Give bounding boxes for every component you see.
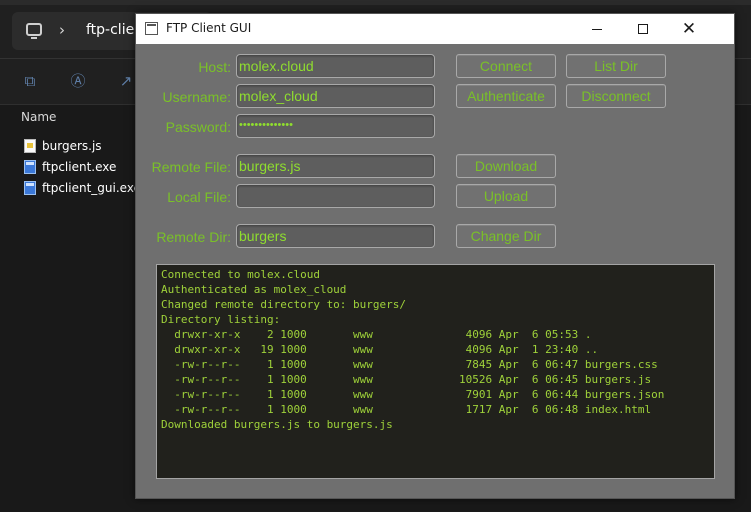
js-file-icon <box>24 139 36 153</box>
log-output[interactable]: Connected to molex.cloud Authenticated a… <box>156 264 715 479</box>
connect-button[interactable]: Connect <box>456 54 556 78</box>
local-file-label: Local File: <box>167 189 231 205</box>
column-header-name[interactable]: Name <box>21 110 56 124</box>
log-line: -rw-r--r-- 1 1000 www 10526 Apr 6 06:45 … <box>161 373 652 386</box>
log-line: Changed remote directory to: burgers/ <box>161 298 407 311</box>
log-line: -rw-r--r-- 1 1000 www 7901 Apr 6 06:44 b… <box>161 388 665 401</box>
file-item[interactable]: ftpclient.exe <box>24 158 116 176</box>
remote-file-input[interactable]: burgers.js <box>236 154 435 178</box>
host-label: Host: <box>198 59 231 75</box>
share-icon[interactable]: ↗ <box>117 72 135 90</box>
ftp-client-window: FTP Client GUI ✕ Host: molex.cloud Conne… <box>135 13 735 499</box>
remote-file-label: Remote File: <box>151 159 231 175</box>
copy-icon[interactable]: ⧉ <box>21 72 39 90</box>
close-button[interactable]: ✕ <box>666 14 712 44</box>
file-name: ftpclient.exe <box>42 160 117 174</box>
download-button[interactable]: Download <box>456 154 556 178</box>
remote-dir-label: Remote Dir: <box>156 229 231 245</box>
upload-button[interactable]: Upload <box>456 184 556 208</box>
remote-dir-input[interactable]: burgers <box>236 224 435 248</box>
window-title: FTP Client GUI <box>166 21 252 35</box>
exe-file-icon <box>24 160 36 174</box>
minimize-button[interactable] <box>574 14 620 44</box>
title-bar[interactable]: FTP Client GUI ✕ <box>136 14 734 44</box>
log-line: Authenticated as molex_cloud <box>161 283 347 296</box>
username-label: Username: <box>162 89 231 105</box>
log-line: Downloaded burgers.js to burgers.js <box>161 418 393 431</box>
disconnect-button[interactable]: Disconnect <box>566 84 666 108</box>
log-line: Connected to molex.cloud <box>161 268 320 281</box>
close-icon: ✕ <box>681 18 697 39</box>
file-item[interactable]: burgers.js <box>24 137 102 155</box>
explorer-tab-strip <box>0 0 751 5</box>
password-input[interactable]: •••••••••••••• <box>236 114 435 138</box>
password-label: Password: <box>165 119 231 135</box>
file-item[interactable]: ftpclient_gui.exe <box>24 179 141 197</box>
file-name: ftpclient_gui.exe <box>42 181 141 195</box>
log-line: -rw-r--r-- 1 1000 www 7845 Apr 6 06:47 b… <box>161 358 658 371</box>
list-dir-button[interactable]: List Dir <box>566 54 666 78</box>
username-input[interactable]: molex_cloud <box>236 84 435 108</box>
authenticate-button[interactable]: Authenticate <box>456 84 556 108</box>
exe-file-icon <box>24 181 36 195</box>
chevron-right-icon[interactable]: › <box>59 21 65 39</box>
rename-icon[interactable]: Ⓐ <box>69 72 87 90</box>
app-window-icon <box>145 22 158 35</box>
maximize-button[interactable] <box>620 14 666 44</box>
host-input[interactable]: molex.cloud <box>236 54 435 78</box>
change-dir-button[interactable]: Change Dir <box>456 224 556 248</box>
computer-icon[interactable] <box>26 23 42 39</box>
log-line: drwxr-xr-x 2 1000 www 4096 Apr 6 05:53 . <box>161 328 592 341</box>
local-file-input[interactable] <box>236 184 435 208</box>
log-line: Directory listing: <box>161 313 281 326</box>
log-line: -rw-r--r-- 1 1000 www 1717 Apr 6 06:48 i… <box>161 403 652 416</box>
minimize-icon <box>592 28 602 30</box>
file-name: burgers.js <box>42 139 102 153</box>
log-line: drwxr-xr-x 19 1000 www 4096 Apr 1 23:40 … <box>161 343 599 356</box>
maximize-icon <box>638 24 648 34</box>
